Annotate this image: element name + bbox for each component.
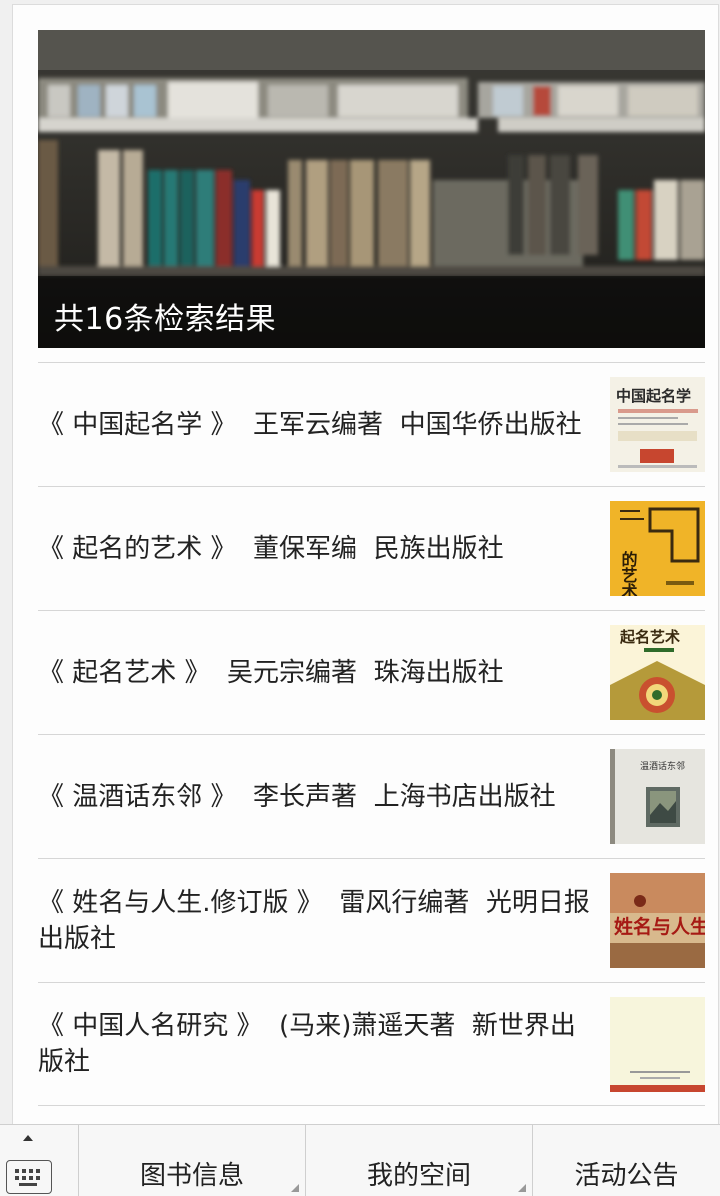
keyboard-keys-graphic xyxy=(15,1169,40,1186)
book-cover-image: 姓名与人生 xyxy=(610,873,705,968)
cover-title: 起名艺术 xyxy=(619,628,680,646)
book-entry-text: 《 中国人名研究 》 (马来)萧遥天著 新世界出版社 xyxy=(38,1011,576,1077)
submenu-indicator-icon xyxy=(518,1184,526,1192)
tab-announcements[interactable]: 活动公告 xyxy=(533,1125,720,1196)
book-cover-zhongguo-renming-yanjiu-icon xyxy=(610,997,705,1092)
cover-title: 的艺术 xyxy=(619,550,639,596)
cover-title: 姓名与人生 xyxy=(614,915,705,938)
tab-announcements-label: 活动公告 xyxy=(574,1161,679,1191)
banner-caption-bar: 共16条检索结果 xyxy=(38,276,705,348)
cover-title: 中国起名学 xyxy=(616,387,691,405)
book-cover-qiming-yishu-icon: 起名艺术 xyxy=(610,625,705,720)
book-cover-qiming-de-yishu-icon: 的艺术 xyxy=(610,501,705,596)
submenu-indicator-icon xyxy=(291,1184,299,1192)
book-cover-image: 温酒话东邻 xyxy=(610,749,705,844)
book-entry-text: 《 姓名与人生.修订版 》 雷风行编著 光明日报出版社 xyxy=(38,887,590,954)
book-cover-image: 起名艺术 xyxy=(610,625,705,720)
tab-my-space-label: 我的空间 xyxy=(366,1161,471,1191)
book-cover-image: 中国起名学 xyxy=(610,377,705,472)
book-cover-xingming-yu-rensheng-icon: 姓名与人生 xyxy=(610,873,705,968)
keyboard-icon xyxy=(6,1160,52,1194)
list-item[interactable]: 《 起名的艺术 》 董保军编 民族出版社 的艺术 xyxy=(38,486,705,610)
caret-up-icon xyxy=(23,1135,33,1141)
book-entry-text: 《 温酒话东邻 》 李长声著 上海书店出版社 xyxy=(38,781,556,812)
result-count-label: 共16条检索结果 xyxy=(54,302,277,337)
book-cover-image: 的艺术 xyxy=(610,501,705,596)
bottom-tab-bar: 图书信息 我的空间 活动公告 xyxy=(0,1124,720,1196)
list-item[interactable]: 《 中国人名研究 》 (马来)萧遥天著 新世界出版社 xyxy=(38,982,705,1106)
book-entry-text: 《 起名的艺术 》 董保军编 民族出版社 xyxy=(38,533,504,564)
bookshelf-banner: 共16条检索结果 xyxy=(38,30,705,348)
list-item[interactable]: 《 姓名与人生.修订版 》 雷风行编著 光明日报出版社 姓名与人生 xyxy=(38,858,705,982)
list-item[interactable]: 《 温酒话东邻 》 李长声著 上海书店出版社 温酒话东邻 xyxy=(38,734,705,858)
keyboard-toggle-button[interactable] xyxy=(0,1125,79,1196)
tab-book-info-label: 图书信息 xyxy=(139,1161,244,1191)
list-item[interactable]: 《 起名艺术 》 吴元宗编著 珠海出版社 起名艺术 xyxy=(38,610,705,734)
book-cover-zhongguo-qimingxue-icon: 中国起名学 xyxy=(610,377,705,472)
result-list: 《 中国起名学 》 王军云编著 中国华侨出版社 中国起名学 《 起名的艺术 》 … xyxy=(38,362,705,1106)
list-item[interactable]: 《 中国起名学 》 王军云编著 中国华侨出版社 中国起名学 xyxy=(38,362,705,486)
book-cover-wenjiu-hua-donglin-icon: 温酒话东邻 xyxy=(610,749,705,844)
tab-book-info[interactable]: 图书信息 xyxy=(79,1125,306,1196)
book-entry-text: 《 起名艺术 》 吴元宗编著 珠海出版社 xyxy=(38,657,504,688)
cover-title: 温酒话东邻 xyxy=(640,760,685,772)
tab-my-space[interactable]: 我的空间 xyxy=(306,1125,533,1196)
search-results-page: 共16条检索结果 《 中国起名学 》 王军云编著 中国华侨出版社 中国起名学 《… xyxy=(12,4,719,1126)
book-cover-image xyxy=(610,997,705,1092)
book-entry-text: 《 中国起名学 》 王军云编著 中国华侨出版社 xyxy=(38,409,582,440)
